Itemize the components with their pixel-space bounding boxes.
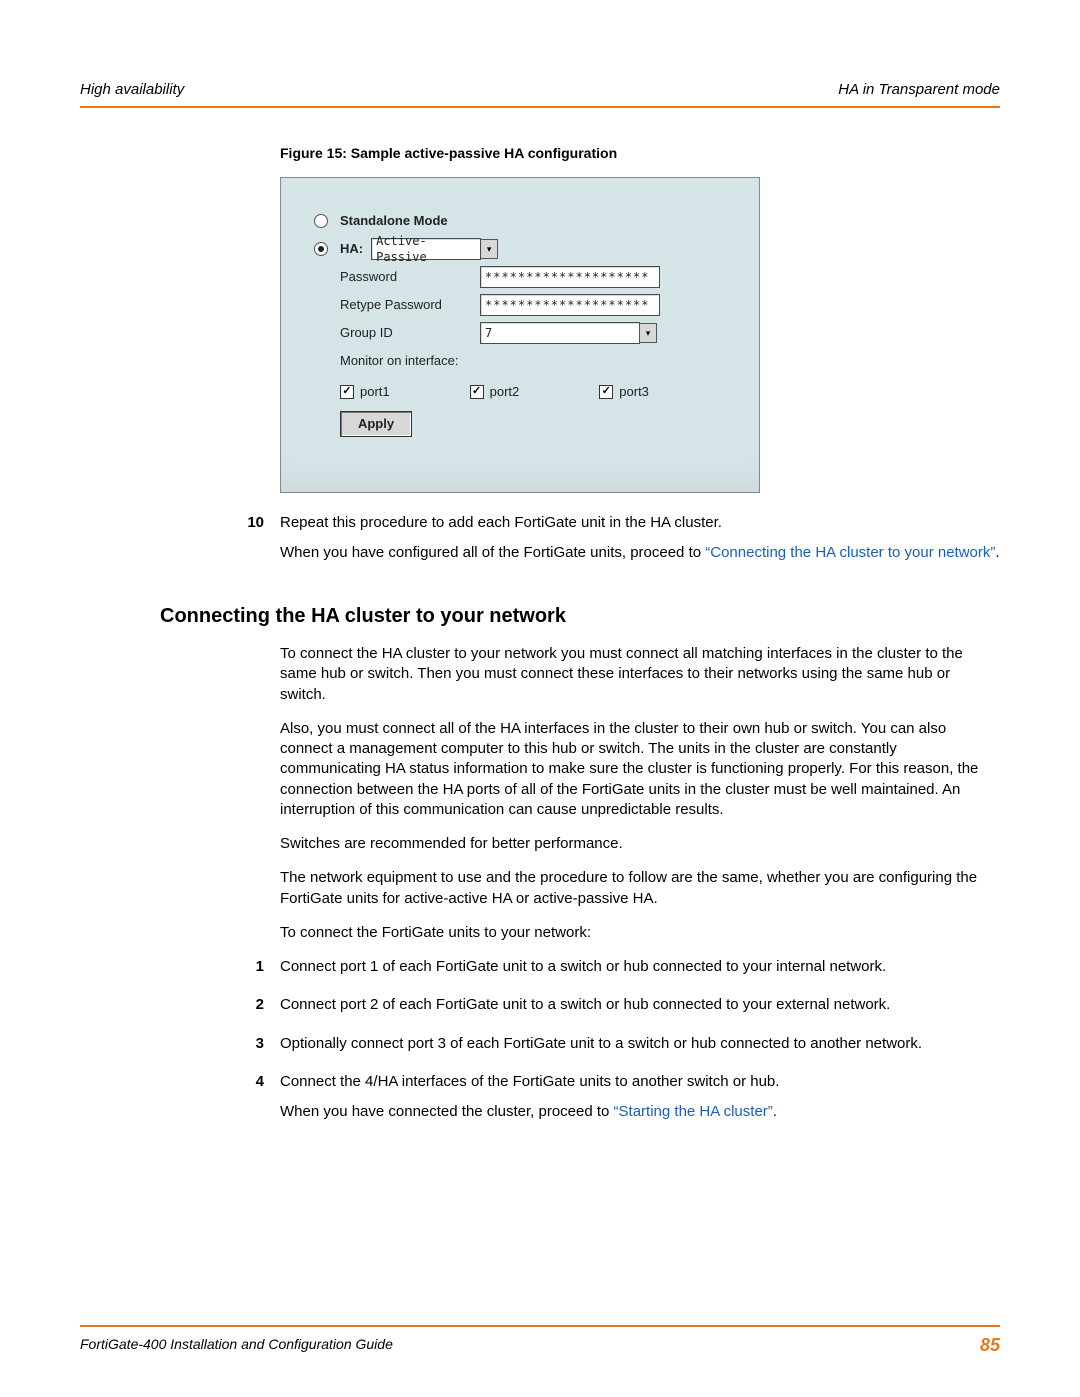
step-number-1: 1 xyxy=(204,957,264,987)
xref-starting-ha[interactable]: “Starting the HA cluster” xyxy=(614,1103,773,1120)
section-heading-connecting: Connecting the HA cluster to your networ… xyxy=(160,603,1000,630)
group-id-select[interactable]: 7 xyxy=(480,322,640,344)
step-number-3: 3 xyxy=(204,1034,264,1064)
step4-followup-pre: When you have connected the cluster, pro… xyxy=(280,1103,614,1120)
standalone-mode-label: Standalone Mode xyxy=(340,212,448,230)
radio-ha[interactable] xyxy=(314,242,328,256)
running-head-left: High availability xyxy=(80,80,184,100)
password-label: Password xyxy=(340,268,480,286)
step-1-text: Connect port 1 of each FortiGate unit to… xyxy=(280,957,1000,977)
figure-caption: Figure 15: Sample active-passive HA conf… xyxy=(280,144,1000,163)
chevron-down-icon[interactable]: ▾ xyxy=(480,239,498,259)
retype-password-label: Retype Password xyxy=(340,296,480,314)
section-p2: Also, you must connect all of the HA int… xyxy=(280,719,1000,820)
running-head-right: HA in Transparent mode xyxy=(838,80,1000,100)
step10-line2-pre: When you have configured all of the Fort… xyxy=(280,544,705,561)
page-number: 85 xyxy=(980,1333,1000,1357)
step-3-text: Optionally connect port 3 of each FortiG… xyxy=(280,1034,1000,1054)
ha-label: HA: xyxy=(340,240,363,258)
footer-guide-title: FortiGate-400 Installation and Configura… xyxy=(80,1335,393,1354)
step-number-10: 10 xyxy=(204,513,264,574)
header-rule xyxy=(80,106,1000,108)
section-p3: Switches are recommended for better perf… xyxy=(280,834,1000,854)
port2-label: port2 xyxy=(490,383,520,401)
step4-followup-post: . xyxy=(773,1103,777,1120)
step-4-followup: When you have connected the cluster, pro… xyxy=(280,1102,1000,1122)
apply-button[interactable]: Apply xyxy=(340,411,412,437)
step-number-4: 4 xyxy=(204,1072,264,1133)
checkbox-port3[interactable] xyxy=(599,385,613,399)
step-4-text: Connect the 4/HA interfaces of the Forti… xyxy=(280,1072,1000,1092)
step-2-text: Connect port 2 of each FortiGate unit to… xyxy=(280,995,1000,1015)
retype-password-field[interactable]: ******************** xyxy=(480,294,660,316)
section-p4: The network equipment to use and the pro… xyxy=(280,868,1000,909)
step10-line1: Repeat this procedure to add each FortiG… xyxy=(280,513,1000,533)
ha-config-figure: Standalone Mode HA: Active-Passive ▾ Pas… xyxy=(280,177,760,493)
step-number-2: 2 xyxy=(204,995,264,1025)
monitor-interface-label: Monitor on interface: xyxy=(340,352,459,370)
port1-label: port1 xyxy=(360,383,390,401)
checkbox-port2[interactable] xyxy=(470,385,484,399)
ha-mode-select[interactable]: Active-Passive xyxy=(371,238,481,260)
step10-line2-post: . xyxy=(995,544,999,561)
section-p5: To connect the FortiGate units to your n… xyxy=(280,923,1000,943)
group-id-label: Group ID xyxy=(340,324,480,342)
radio-standalone[interactable] xyxy=(314,214,328,228)
xref-connecting-ha[interactable]: “Connecting the HA cluster to your netwo… xyxy=(705,544,995,561)
step10-line2: When you have configured all of the Fort… xyxy=(280,543,1000,563)
port3-label: port3 xyxy=(619,383,649,401)
section-p1: To connect the HA cluster to your networ… xyxy=(280,644,1000,705)
chevron-down-icon[interactable]: ▾ xyxy=(639,323,657,343)
checkbox-port1[interactable] xyxy=(340,385,354,399)
footer-rule xyxy=(80,1325,1000,1327)
password-field[interactable]: ******************** xyxy=(480,266,660,288)
